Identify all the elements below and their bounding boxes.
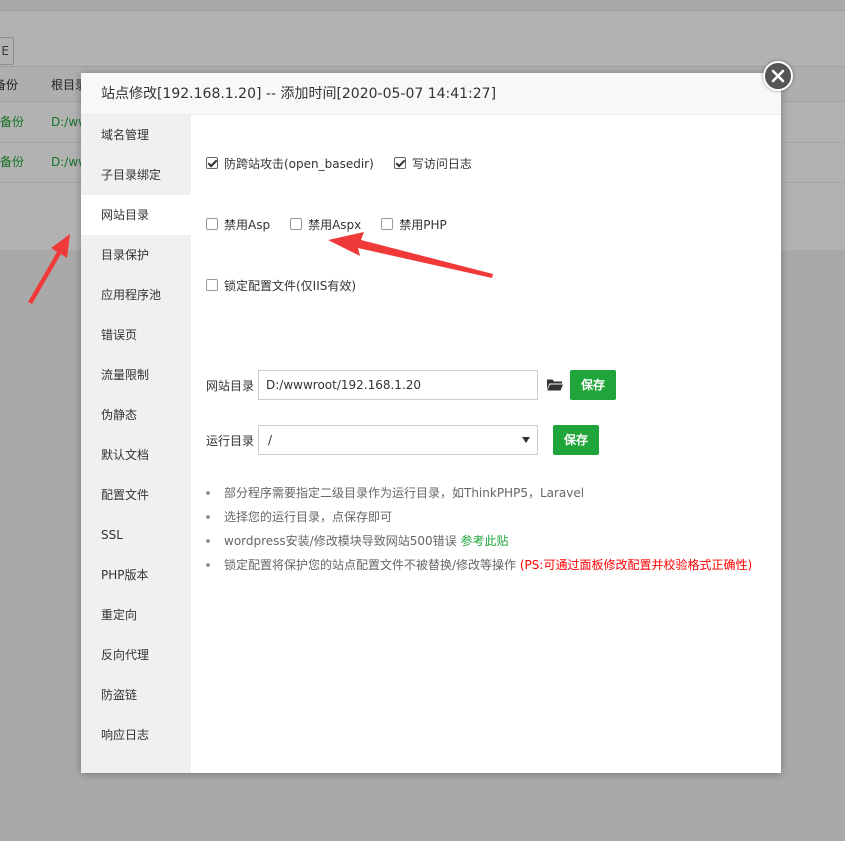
checkbox-label: 写访问日志 [411,156,472,171]
sidebar-item-redirect[interactable]: 重定向 [81,595,191,635]
site-directory-panel: 防跨站攻击(open_basedir) 写访问日志 禁用Asp 禁用Aspx 禁… [191,115,781,773]
tip-text: 部分程序需要指定二级目录作为运行目录，如ThinkPHP5，Laravel [224,486,585,500]
run-dir-selected-value: / [268,433,273,447]
sidebar-item-rewrite[interactable]: 伪静态 [81,395,191,435]
disable-options-row: 禁用Asp 禁用Aspx 禁用PHP [206,214,467,234]
sidebar-item-traffic-limit[interactable]: 流量限制 [81,355,191,395]
sidebar-item-php-version[interactable]: PHP版本 [81,555,191,595]
sidebar-item-site-directory[interactable]: 网站目录 [81,195,191,235]
save-run-dir-button[interactable]: 保存 [553,425,599,455]
checkbox-checked-icon[interactable] [393,157,406,169]
site-edit-dialog: 站点修改[192.168.1.20] -- 添加时间[2020-05-07 14… [81,73,781,773]
tip-text: 锁定配置将保护您的站点配置文件不被替换/修改等操作 [224,558,520,572]
sidebar-item-response-log[interactable]: 响应日志 [81,715,191,755]
save-site-dir-button[interactable]: 保存 [570,370,616,400]
tip-text: 选择您的运行目录，点保存即可 [224,510,393,524]
sidebar-item-dir-protection[interactable]: 目录保护 [81,235,191,275]
sidebar-item-config-file[interactable]: 配置文件 [81,475,191,515]
checkbox-label: 防跨站攻击(open_basedir) [224,156,374,171]
list-item: 选择您的运行目录，点保存即可 [206,505,776,529]
list-item: 部分程序需要指定二级目录作为运行目录，如ThinkPHP5，Laravel [206,481,776,505]
disable-asp-checkbox[interactable]: 禁用Asp [206,216,270,233]
checkbox-unchecked-icon[interactable] [381,218,394,230]
sidebar-item-subdir-binding[interactable]: 子目录绑定 [81,155,191,195]
dialog-title: 站点修改[192.168.1.20] -- 添加时间[2020-05-07 14… [81,73,781,115]
checkbox-label: 禁用Asp [224,217,271,232]
close-dialog-button[interactable] [763,61,793,91]
site-dir-input[interactable]: D:/wwwroot/192.168.1.20 [258,370,538,400]
reference-post-link[interactable]: 参考此贴 [460,534,508,548]
sidebar-item-domain[interactable]: 域名管理 [81,115,191,155]
close-icon [771,69,785,83]
checkbox-label: 禁用PHP [399,217,447,232]
sidebar-item-ssl[interactable]: SSL [81,515,191,555]
checkbox-unchecked-icon[interactable] [290,218,303,230]
security-options-row: 防跨站攻击(open_basedir) 写访问日志 [206,153,492,173]
sidebar-item-default-doc[interactable]: 默认文档 [81,435,191,475]
chevron-down-icon[interactable] [522,437,530,443]
lock-config-checkbox[interactable]: 锁定配置文件(仅IIS有效) [206,277,356,294]
help-tips-list: 部分程序需要指定二级目录作为运行目录，如ThinkPHP5，Laravel 选择… [206,481,776,577]
list-item: 锁定配置将保护您的站点配置文件不被替换/修改等操作 (PS:可通过面板修改配置并… [206,553,776,577]
site-dir-label: 网站目录 [206,379,255,393]
run-dir-select[interactable]: / [258,425,538,455]
disable-aspx-checkbox[interactable]: 禁用Aspx [290,216,361,233]
settings-sidebar: 域名管理 子目录绑定 网站目录 目录保护 应用程序池 错误页 流量限制 伪静态 … [81,115,191,773]
checkbox-checked-icon[interactable] [206,157,218,169]
run-dir-label: 运行目录 [206,434,255,448]
access-log-checkbox[interactable]: 写访问日志 [393,155,472,172]
checkbox-label: 锁定配置文件(仅IIS有效) [224,278,357,293]
sidebar-item-reverse-proxy[interactable]: 反向代理 [81,635,191,675]
disable-php-checkbox[interactable]: 禁用PHP [381,216,447,233]
checkbox-unchecked-icon[interactable] [206,279,218,291]
sidebar-item-hotlink-protection[interactable]: 防盗链 [81,675,191,715]
tip-text: wordpress安装/修改模块导致网站500错误 [224,534,461,548]
anti-cross-site-checkbox[interactable]: 防跨站攻击(open_basedir) [206,155,374,172]
sidebar-item-app-pool[interactable]: 应用程序池 [81,275,191,315]
checkbox-label: 禁用Aspx [308,217,362,232]
lock-config-row: 锁定配置文件(仅IIS有效) [206,275,376,295]
checkbox-unchecked-icon[interactable] [206,218,218,230]
folder-open-icon[interactable] [547,378,563,394]
list-item: wordpress安装/修改模块导致网站500错误 参考此贴 [206,529,776,553]
sidebar-item-error-page[interactable]: 错误页 [81,315,191,355]
tip-warning-text: (PS:可通过面板修改配置并校验格式正确性) [519,558,753,572]
